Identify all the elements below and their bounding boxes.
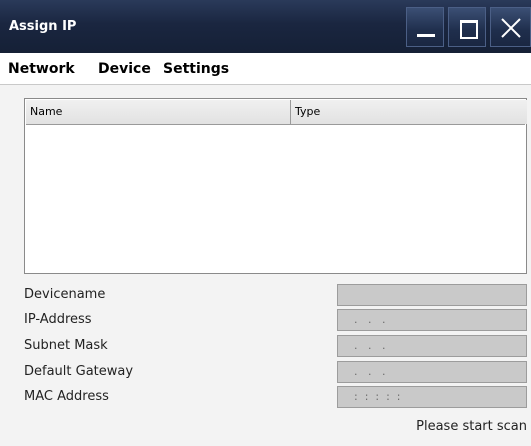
column-header-name[interactable]: Name (26, 100, 291, 124)
ip-address-field[interactable]: . . . (337, 309, 527, 331)
menu-bar: Network Device Settings (0, 53, 531, 85)
column-header-type[interactable]: Type (291, 100, 527, 124)
assign-ip-window: Assign IP Network Device Settings Name T… (0, 0, 531, 446)
menu-device[interactable]: Device (98, 61, 151, 77)
ip-address-label: IP-Address (24, 312, 92, 327)
close-button[interactable] (490, 7, 531, 47)
device-table[interactable]: Name Type (24, 98, 527, 274)
subnet-mask-label: Subnet Mask (24, 338, 108, 353)
mac-address-field[interactable]: : : : : : (337, 386, 527, 408)
minimize-button[interactable] (406, 7, 444, 47)
subnet-mask-field[interactable]: . . . (337, 335, 527, 357)
status-text: Please start scan (416, 419, 527, 434)
default-gateway-label: Default Gateway (24, 364, 134, 379)
maximize-icon (460, 20, 478, 39)
mac-address-label: MAC Address (24, 389, 109, 404)
window-title: Assign IP (9, 19, 77, 34)
table-header: Name Type (26, 100, 527, 125)
minimize-icon (417, 34, 435, 37)
close-icon (501, 18, 521, 38)
devicename-label: Devicename (24, 287, 106, 302)
maximize-button[interactable] (448, 7, 486, 47)
menu-settings[interactable]: Settings (163, 61, 229, 77)
devicename-field[interactable] (337, 284, 527, 306)
default-gateway-field[interactable]: . . . (337, 361, 527, 383)
title-bar[interactable]: Assign IP (0, 0, 531, 53)
menu-network[interactable]: Network (8, 61, 75, 77)
